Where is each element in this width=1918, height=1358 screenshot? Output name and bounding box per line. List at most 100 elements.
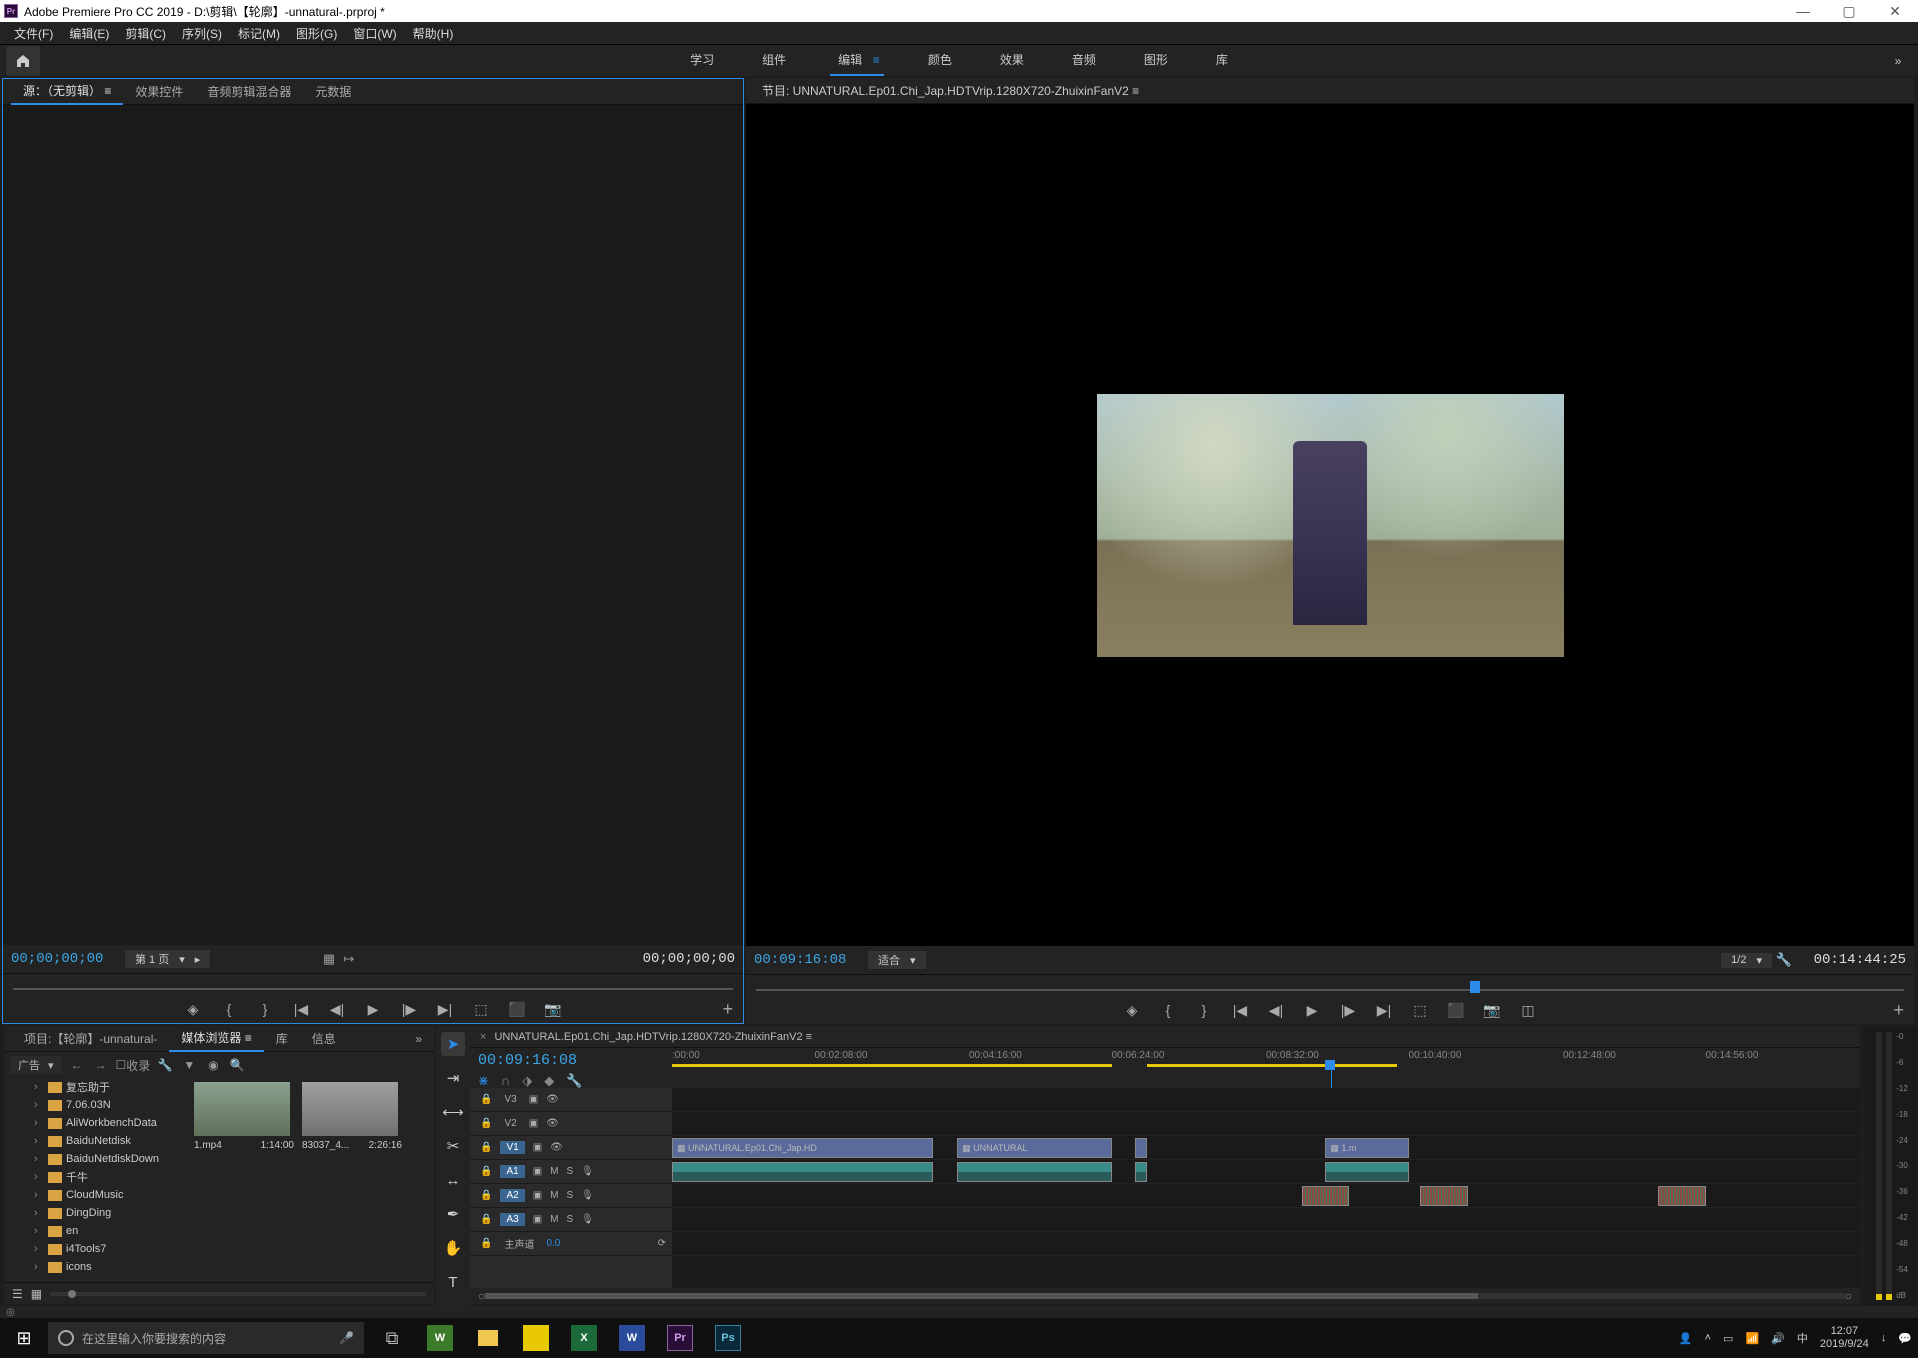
- proj-ingest-checkbox[interactable]: ☐收录: [116, 1056, 151, 1074]
- proj-eye-icon[interactable]: ◉: [204, 1056, 222, 1074]
- program-tc-duration[interactable]: 00:14:44:25: [1796, 952, 1906, 968]
- tree-item[interactable]: ›CloudMusic: [4, 1186, 190, 1204]
- ws-libraries[interactable]: 库: [1212, 45, 1232, 76]
- minimize-button[interactable]: —: [1780, 0, 1826, 22]
- timeline-ruler[interactable]: :00:00 00:02:08:00 00:04:16:00 00:06:24:…: [672, 1048, 1860, 1088]
- prog-lift-icon[interactable]: ⬚: [1411, 1001, 1429, 1019]
- timeline-lanes[interactable]: ▦ UNNATURAL.Ep01.Chi_Jap.HD ▦ UNNATURAL …: [672, 1088, 1860, 1288]
- tab-metadata[interactable]: 元数据: [303, 79, 363, 105]
- source-scrubber[interactable]: [3, 973, 743, 995]
- menu-edit[interactable]: 编辑(E): [61, 25, 117, 42]
- tab-audio-clip-mixer[interactable]: 音频剪辑混合器: [195, 79, 303, 105]
- ws-effects[interactable]: 效果: [996, 45, 1028, 76]
- track-select-tool[interactable]: ⇥: [441, 1066, 465, 1090]
- tray-chevron-up-icon[interactable]: ˄: [1705, 1332, 1711, 1344]
- audio-clip[interactable]: [957, 1162, 1111, 1182]
- ws-graphics[interactable]: 图形: [1140, 45, 1172, 76]
- tray-battery-icon[interactable]: ▭: [1723, 1332, 1733, 1345]
- tree-item[interactable]: ›BaiduNetdiskDown: [4, 1150, 190, 1168]
- prog-step-fwd-icon[interactable]: |▶: [1339, 1001, 1357, 1019]
- prog-go-in-icon[interactable]: |◀: [1231, 1001, 1249, 1019]
- pen-tool[interactable]: ✒: [441, 1202, 465, 1226]
- razor-tool[interactable]: ✂: [441, 1134, 465, 1158]
- menu-marker[interactable]: 标记(M): [230, 25, 288, 42]
- type-tool[interactable]: T: [441, 1270, 465, 1294]
- track-a3-header[interactable]: 🔒A3▣MS🎙: [470, 1208, 672, 1232]
- tray-wifi-icon[interactable]: 📶: [1745, 1332, 1759, 1345]
- task-view-icon[interactable]: ⧉: [368, 1318, 416, 1358]
- program-fit-dropdown[interactable]: 适合▾: [868, 951, 926, 969]
- home-button[interactable]: [6, 46, 40, 76]
- audio-clip[interactable]: [1302, 1186, 1350, 1206]
- program-viewer[interactable]: [746, 104, 1914, 946]
- ws-color[interactable]: 颜色: [924, 45, 956, 76]
- tree-item[interactable]: ›icons: [4, 1258, 190, 1276]
- tl-marker-icon[interactable]: ◆: [544, 1073, 554, 1089]
- source-tc-in[interactable]: 00;00;00;00: [11, 951, 121, 967]
- track-master-header[interactable]: 🔒主声道0.0⟳: [470, 1232, 672, 1256]
- tab-info[interactable]: 信息: [300, 1026, 348, 1052]
- track-v1-header[interactable]: 🔒V1▣👁: [470, 1136, 672, 1160]
- track-v2-header[interactable]: 🔒V2▣👁: [470, 1112, 672, 1136]
- marker-icon[interactable]: ⬗: [522, 1073, 532, 1089]
- proj-fwd-icon[interactable]: →: [92, 1056, 110, 1074]
- add-marker-icon[interactable]: ◈: [184, 1000, 202, 1018]
- prog-in-icon[interactable]: {: [1159, 1001, 1177, 1019]
- track-v3-header[interactable]: 🔒V3▣👁: [470, 1088, 672, 1112]
- close-button[interactable]: ✕: [1872, 0, 1918, 22]
- source-viewer[interactable]: [3, 105, 743, 945]
- media-thumb[interactable]: 83037_4...2:26:16: [302, 1082, 402, 1278]
- step-back-icon[interactable]: ◀|: [328, 1000, 346, 1018]
- taskbar-explorer[interactable]: [464, 1318, 512, 1358]
- seq-close-icon[interactable]: ×: [480, 1031, 486, 1043]
- tray-clock[interactable]: 12:07 2019/9/24: [1820, 1325, 1869, 1351]
- prog-marker-icon[interactable]: ◈: [1123, 1001, 1141, 1019]
- start-button[interactable]: ⊞: [0, 1318, 48, 1358]
- wrench-icon[interactable]: 🔧: [1776, 952, 1792, 968]
- ws-editing[interactable]: 编辑 ≡: [830, 45, 884, 76]
- menu-help[interactable]: 帮助(H): [405, 25, 462, 42]
- maximize-button[interactable]: ▢: [1826, 0, 1872, 22]
- prog-play-icon[interactable]: ▶: [1303, 1001, 1321, 1019]
- taskbar-wechat[interactable]: W: [416, 1318, 464, 1358]
- proj-search-icon[interactable]: 🔍: [228, 1056, 246, 1074]
- go-in-icon[interactable]: |◀: [292, 1000, 310, 1018]
- program-tc-current[interactable]: 00:09:16:08: [754, 952, 864, 968]
- tree-item[interactable]: ›千牛: [4, 1168, 190, 1186]
- tree-item[interactable]: ›en: [4, 1222, 190, 1240]
- tray-app-icon[interactable]: ↓: [1881, 1332, 1887, 1344]
- timeline-scrollbar[interactable]: [485, 1293, 1845, 1299]
- timeline-tc[interactable]: 00:09:16:08: [478, 1052, 664, 1069]
- tree-item[interactable]: ›AliWorkbenchData: [4, 1114, 190, 1132]
- audio-clip[interactable]: [1420, 1186, 1468, 1206]
- ws-audio[interactable]: 音频: [1068, 45, 1100, 76]
- tab-libraries[interactable]: 库: [264, 1026, 300, 1052]
- video-clip[interactable]: ▦ 1.m: [1325, 1138, 1408, 1158]
- selection-tool[interactable]: ➤: [441, 1032, 465, 1056]
- taskbar-app1[interactable]: [512, 1318, 560, 1358]
- proj-filter-dropdown[interactable]: 广告▾: [10, 1056, 62, 1074]
- slip-tool[interactable]: ↔: [441, 1168, 465, 1192]
- proj-funnel-icon[interactable]: ▼: [180, 1056, 198, 1074]
- menu-window[interactable]: 窗口(W): [345, 25, 404, 42]
- prog-extract-icon[interactable]: ⬛: [1447, 1001, 1465, 1019]
- prog-export-frame-icon[interactable]: 📷: [1483, 1001, 1501, 1019]
- tab-source[interactable]: 源：（无剪辑） ≡: [11, 79, 123, 105]
- list-view-icon[interactable]: ☰: [12, 1287, 23, 1301]
- prog-out-icon[interactable]: }: [1195, 1001, 1213, 1019]
- mark-in-icon[interactable]: {: [220, 1000, 238, 1018]
- ws-learn[interactable]: 学习: [686, 45, 718, 76]
- go-out-icon[interactable]: ▶|: [436, 1000, 454, 1018]
- tl-zoom-out-icon[interactable]: ○: [478, 1289, 485, 1303]
- program-title[interactable]: 节目: UNNATURAL.Ep01.Chi_Jap.HDTVrip.1280X…: [754, 82, 1147, 99]
- tray-ime[interactable]: 中: [1797, 1330, 1808, 1346]
- overwrite-icon[interactable]: ⬛: [508, 1000, 526, 1018]
- audio-clip[interactable]: [1325, 1162, 1408, 1182]
- track-a1-header[interactable]: 🔒A1▣MS🎙: [470, 1160, 672, 1184]
- tree-item[interactable]: ›BaiduNetdisk: [4, 1132, 190, 1150]
- video-clip[interactable]: [1135, 1138, 1147, 1158]
- tl-zoom-in-icon[interactable]: ○: [1845, 1289, 1852, 1303]
- menu-clip[interactable]: 剪辑(C): [117, 25, 174, 42]
- prog-step-back-icon[interactable]: ◀|: [1267, 1001, 1285, 1019]
- program-scrubber[interactable]: [746, 974, 1914, 996]
